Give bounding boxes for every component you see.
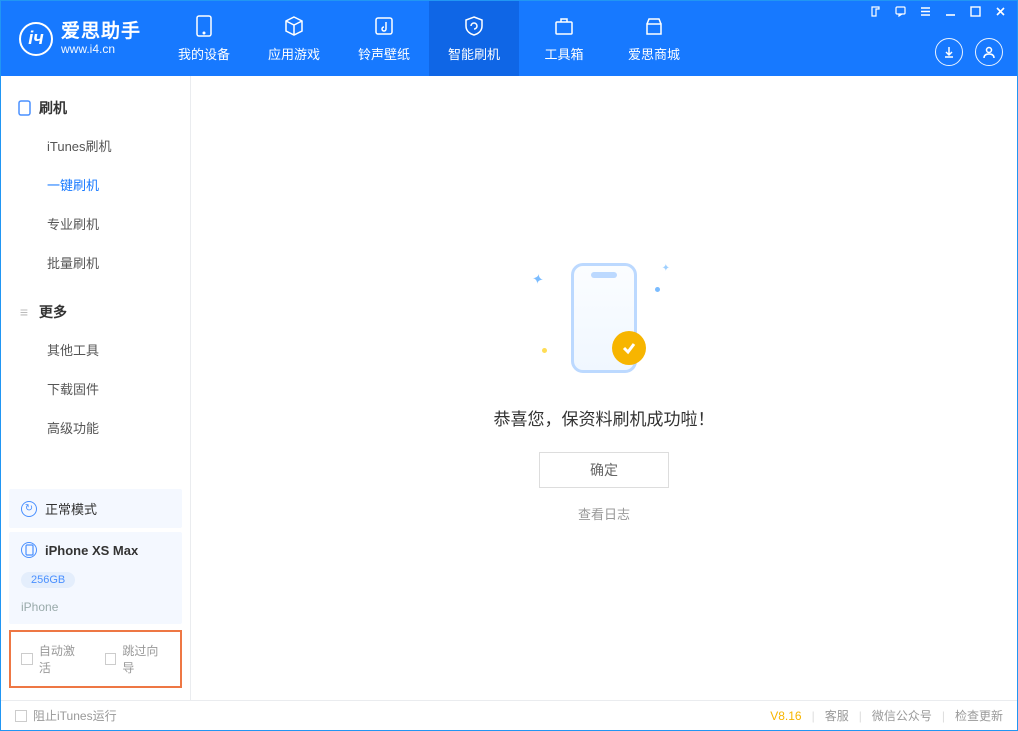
group-title: 刷机 [39, 98, 67, 118]
brand-title: 爱思助手 [61, 22, 141, 41]
device-name: iPhone XS Max [45, 543, 138, 558]
tab-ringtone[interactable]: 铃声壁纸 [339, 1, 429, 76]
close-button[interactable] [994, 5, 1007, 21]
footer-link-wechat[interactable]: 微信公众号 [872, 707, 932, 724]
tab-mall[interactable]: 爱思商城 [609, 1, 699, 76]
list-icon: ≡ [17, 305, 31, 319]
menu-icon[interactable] [919, 5, 932, 21]
status-bar: 阻止iTunes运行 V8.16 | 客服 | 微信公众号 | 检查更新 [1, 700, 1017, 730]
tab-apps[interactable]: 应用游戏 [249, 1, 339, 76]
checkbox-icon [105, 653, 117, 665]
sparkle-icon: ✦ [662, 263, 670, 274]
sidebar: 刷机 iTunes刷机 一键刷机 专业刷机 批量刷机 ≡ 更多 其他工具 下载固… [1, 76, 191, 700]
shield-sync-icon [462, 14, 486, 38]
tab-label: 我的设备 [178, 44, 230, 63]
tab-flash[interactable]: 智能刷机 [429, 1, 519, 76]
theme-icon[interactable] [869, 5, 882, 21]
sidebar-item-download-firmware[interactable]: 下载固件 [1, 369, 190, 408]
bottom-options-highlight: 自动激活 跳过向导 [9, 630, 182, 688]
device-capacity-badge: 256GB [21, 572, 75, 588]
checkbox-icon [21, 653, 33, 665]
sidebar-group-more: ≡ 更多 [1, 294, 190, 330]
sidebar-item-batch-flash[interactable]: 批量刷机 [1, 243, 190, 282]
device-type: iPhone [21, 600, 58, 614]
main-content: ✦ ✦ 恭喜您，保资料刷机成功啦！ 确定 查看日志 [191, 76, 1017, 700]
sidebar-group-flash: 刷机 [1, 90, 190, 126]
brand-logo-icon: iч [19, 22, 53, 56]
dot-icon [542, 348, 547, 353]
download-button[interactable] [935, 38, 963, 66]
footer-link-check-update[interactable]: 检查更新 [955, 707, 1003, 724]
sidebar-scroll: 刷机 iTunes刷机 一键刷机 专业刷机 批量刷机 ≡ 更多 其他工具 下载固… [1, 76, 190, 483]
brand-subtitle: www.i4.cn [61, 43, 141, 55]
ok-button[interactable]: 确定 [539, 452, 669, 488]
app-body: 刷机 iTunes刷机 一键刷机 专业刷机 批量刷机 ≡ 更多 其他工具 下载固… [1, 76, 1017, 700]
group-title: 更多 [39, 302, 67, 322]
footer-link-support[interactable]: 客服 [825, 707, 849, 724]
checkbox-block-itunes[interactable]: 阻止iTunes运行 [15, 707, 117, 724]
shop-icon [642, 14, 666, 38]
tab-label: 爱思商城 [628, 44, 680, 63]
checkbox-skip-guide[interactable]: 跳过向导 [105, 642, 171, 676]
checkbox-auto-activate[interactable]: 自动激活 [21, 642, 87, 676]
tab-label: 应用游戏 [268, 44, 320, 63]
feedback-icon[interactable] [894, 5, 907, 21]
brand-block: iч 爱思助手 www.i4.cn [1, 1, 159, 76]
tab-label: 工具箱 [545, 44, 584, 63]
cube-icon [282, 14, 306, 38]
briefcase-icon [552, 14, 576, 38]
music-folder-icon [372, 14, 396, 38]
sidebar-item-itunes-flash[interactable]: iTunes刷机 [1, 126, 190, 165]
sidebar-bottom: ↻ 正常模式 iPhone XS Max 256GB iPhone 自动激活 [1, 483, 190, 700]
success-illustration: ✦ ✦ [514, 253, 694, 383]
checkbox-label: 自动激活 [39, 642, 87, 676]
checkbox-icon [15, 710, 27, 722]
app-header: iч 爱思助手 www.i4.cn 我的设备 应用游戏 铃声壁纸 智能刷机 [1, 1, 1017, 76]
mode-card[interactable]: ↻ 正常模式 [9, 489, 182, 528]
brand-text: 爱思助手 www.i4.cn [61, 22, 141, 55]
checkbox-label: 阻止iTunes运行 [33, 707, 117, 724]
phone-icon [192, 14, 216, 38]
device-icon [17, 101, 31, 115]
header-right-buttons [935, 38, 1003, 66]
primary-tabs: 我的设备 应用游戏 铃声壁纸 智能刷机 工具箱 爱思商城 [159, 1, 699, 76]
sidebar-item-advanced[interactable]: 高级功能 [1, 408, 190, 447]
tab-label: 铃声壁纸 [358, 44, 410, 63]
mode-label: 正常模式 [45, 499, 97, 518]
account-button[interactable] [975, 38, 1003, 66]
maximize-button[interactable] [969, 5, 982, 21]
version-label: V8.16 [770, 709, 801, 723]
sync-icon: ↻ [21, 501, 37, 517]
sparkle-icon: ✦ [531, 270, 546, 289]
view-log-link[interactable]: 查看日志 [578, 504, 630, 523]
tab-label: 智能刷机 [448, 44, 500, 63]
tab-device[interactable]: 我的设备 [159, 1, 249, 76]
success-message: 恭喜您，保资料刷机成功啦！ [494, 405, 715, 430]
tab-toolbox[interactable]: 工具箱 [519, 1, 609, 76]
dot-icon [655, 287, 660, 292]
phone-small-icon [21, 542, 37, 558]
sidebar-item-one-click-flash[interactable]: 一键刷机 [1, 165, 190, 204]
device-card[interactable]: iPhone XS Max 256GB iPhone [9, 532, 182, 624]
window-controls [869, 5, 1007, 21]
checkbox-label: 跳过向导 [122, 642, 170, 676]
sidebar-item-pro-flash[interactable]: 专业刷机 [1, 204, 190, 243]
sidebar-item-other-tools[interactable]: 其他工具 [1, 330, 190, 369]
check-badge-icon [612, 331, 646, 365]
minimize-button[interactable] [944, 5, 957, 21]
